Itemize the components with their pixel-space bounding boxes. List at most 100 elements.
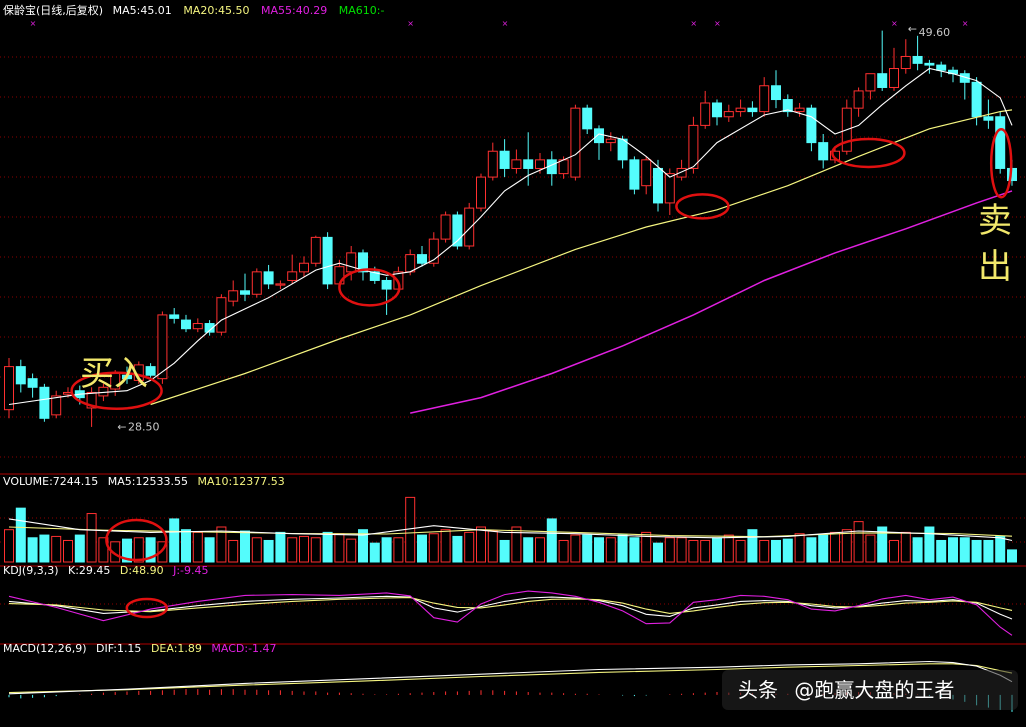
volume-bar-up	[688, 539, 699, 563]
volume-bar-up	[464, 531, 475, 563]
volume-bar-down	[369, 542, 380, 563]
volume-bar-down	[806, 537, 817, 563]
candle-up	[794, 107, 805, 113]
volume-bar-down	[594, 537, 604, 563]
volume-bar-up	[759, 539, 770, 563]
kdj-d-label: D:48.90	[120, 564, 164, 577]
candle-down	[629, 159, 640, 190]
candle-down	[806, 107, 817, 144]
candle-down	[499, 150, 510, 169]
high-price-arrow: ←	[908, 22, 917, 35]
candle-down	[995, 116, 1006, 169]
candle-up	[511, 159, 522, 169]
candle-up	[310, 236, 321, 264]
volume-bar-down	[204, 537, 215, 563]
kdj-header: KDJ(9,3,3) K:29.45 D:48.90 J:-9.45	[3, 564, 209, 577]
candle-down	[39, 386, 50, 419]
volume-bar-down	[936, 539, 947, 563]
volume-bar-up	[853, 521, 864, 563]
volume-bar-down	[582, 534, 593, 563]
volume-bar-up	[487, 530, 498, 563]
volume-bar-down	[181, 529, 191, 563]
candle-up	[487, 150, 498, 178]
volume-bar-down	[617, 534, 628, 563]
volume-bar-up	[570, 534, 581, 563]
candle-down	[523, 159, 534, 169]
volume-bar-up	[476, 526, 486, 563]
candle-down	[818, 142, 829, 161]
volume-bar-up	[334, 533, 345, 563]
candle-down	[594, 128, 604, 144]
candle-up	[723, 111, 734, 118]
candle-up	[664, 173, 675, 204]
volume-bar-up	[735, 539, 746, 563]
top-marker: ×	[891, 19, 898, 28]
stock-title: 保龄宝(日线,后复权)	[3, 3, 103, 17]
volume-bar-down	[912, 537, 923, 563]
candle-up	[865, 73, 876, 92]
candle-up	[900, 55, 911, 70]
candle-up	[700, 102, 711, 126]
volume-bar-down	[275, 531, 286, 563]
volume-bar-down	[452, 535, 463, 563]
sell-annotation-char-1: 卖	[978, 201, 1012, 241]
volume-bar-up	[393, 537, 404, 563]
top-marker: ×	[690, 19, 697, 28]
candle-down	[912, 55, 923, 64]
candle-down	[747, 107, 758, 113]
low-price-label: 28.50	[128, 420, 160, 433]
volume-bar-up	[841, 529, 852, 563]
candle-up	[570, 107, 581, 178]
volume-bar-down	[629, 537, 640, 563]
volume-bar-down	[959, 537, 970, 563]
volume-bar-down	[983, 539, 994, 563]
volume-ma10-label: MA10:12377.53	[197, 475, 284, 488]
candle-up	[251, 271, 262, 295]
volume-bar-up	[86, 513, 97, 563]
candle-up	[558, 159, 569, 175]
volume-bar-down	[971, 539, 982, 563]
sell-annotation-char-2: 出	[978, 247, 1012, 287]
candle-up	[346, 252, 357, 273]
candle-down	[653, 167, 663, 204]
candle-down	[712, 102, 722, 118]
candle-down	[417, 254, 427, 264]
volume-bar-down	[747, 529, 758, 563]
candle-up	[405, 254, 416, 273]
candle-down	[263, 271, 274, 285]
candle-down	[181, 319, 191, 330]
candle-down	[771, 85, 781, 101]
ma610-label: MA610:-	[339, 4, 385, 17]
volume-bar-up	[664, 537, 675, 563]
kdj-k-label: K:29.45	[68, 564, 110, 577]
candle-down	[381, 279, 392, 290]
volume-bar-up	[287, 537, 298, 563]
candle-down	[936, 64, 947, 71]
kdj-j-label: J:-9.45	[172, 564, 208, 577]
volume-bar-up	[4, 529, 14, 563]
candle-down	[582, 107, 593, 130]
candle-up	[759, 85, 770, 113]
candle-down	[15, 366, 26, 385]
candle-down	[617, 138, 628, 161]
volume-bar-down	[948, 537, 958, 563]
candle-up	[688, 124, 699, 169]
candle-up	[889, 68, 899, 88]
volume-bar-down	[169, 518, 180, 563]
stock-chart: 保龄宝(日线,后复权) MA5:45.01 MA20:45.50 MA55:40…	[0, 0, 1026, 727]
top-marker: ×	[30, 19, 37, 28]
volume-bar-down	[263, 539, 274, 563]
volume-bar-down	[818, 534, 829, 563]
candle-up	[605, 138, 616, 144]
watermark-platform: 头条	[738, 678, 778, 702]
volume-bar-down	[924, 526, 935, 563]
volume-bar-down	[27, 537, 38, 563]
volume-bar-up	[440, 529, 451, 563]
macd-value-label: MACD:-1.47	[211, 642, 276, 655]
candle-down	[169, 314, 180, 319]
macd-dea-label: DEA:1.89	[151, 642, 202, 655]
low-price-arrow: ←	[117, 420, 126, 433]
volume-bar-down	[546, 518, 557, 563]
candle-down	[983, 116, 994, 121]
volume-bar-up	[830, 531, 840, 563]
